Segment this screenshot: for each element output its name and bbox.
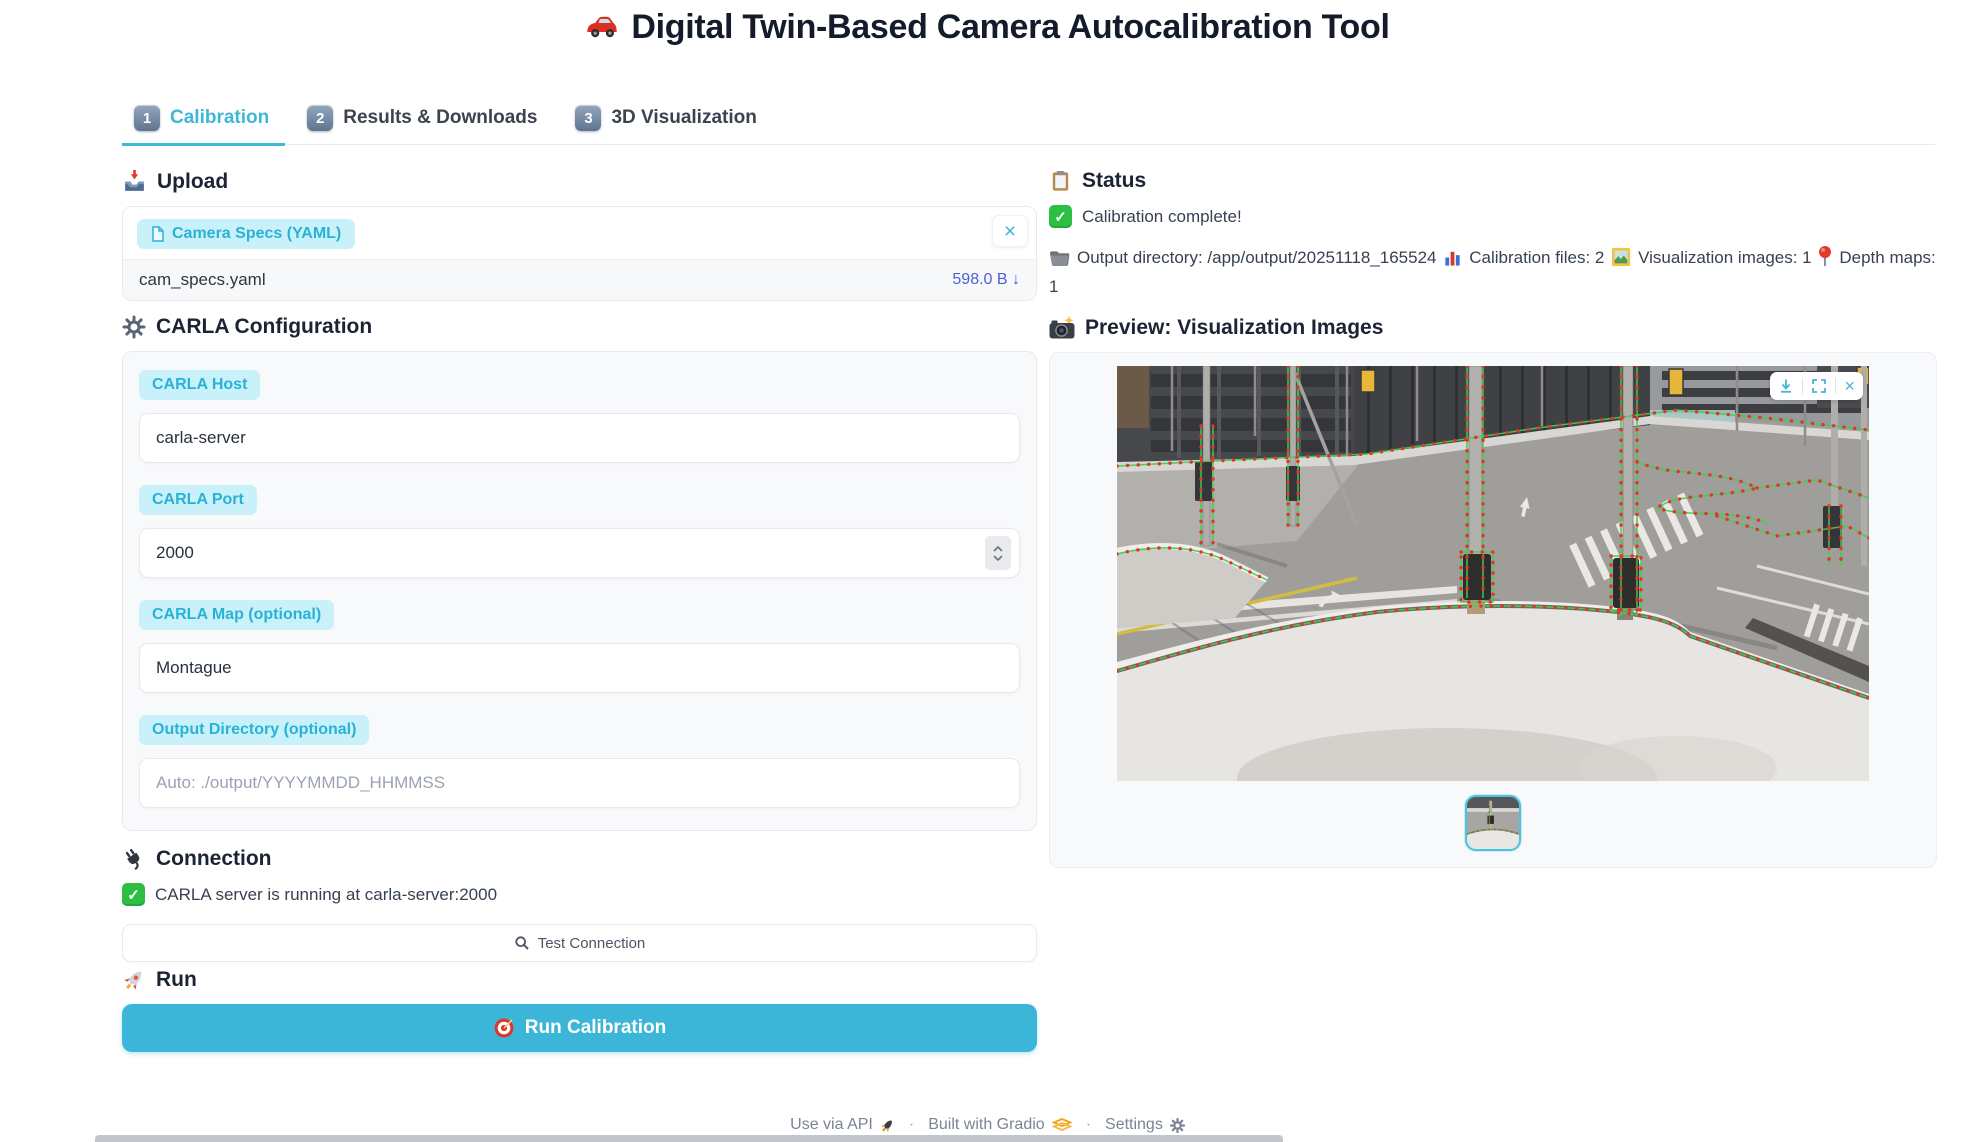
carla-map-label: CARLA Map (optional) — [139, 600, 334, 630]
tab-calibration[interactable]: 1 Calibration — [122, 97, 285, 146]
close-preview-button[interactable]: × — [1844, 377, 1855, 395]
camera-icon — [1049, 316, 1075, 340]
tab-label: 3D Visualization — [611, 107, 756, 129]
check-icon: ✓ — [122, 883, 145, 906]
keycap-2-icon: 2 — [307, 105, 333, 131]
run-calibration-button[interactable]: Run Calibration — [122, 1004, 1037, 1052]
tab-3d-visualization[interactable]: 3 3D Visualization — [563, 97, 772, 146]
plug-icon — [122, 847, 146, 871]
settings-gear-icon — [1170, 1118, 1185, 1133]
upload-heading: Upload — [122, 169, 1037, 194]
download-image-button[interactable] — [1778, 378, 1794, 394]
status-heading: Status — [1049, 169, 1937, 193]
gear-icon — [122, 315, 146, 339]
status-panel: Status ✓ Calibration complete! Output di… — [1049, 165, 1937, 868]
file-name: cam_specs.yaml — [139, 270, 266, 290]
test-connection-button[interactable]: Test Connection — [122, 924, 1037, 962]
footer: Use via API · Built with Gradio · Settin… — [0, 1116, 1975, 1134]
output-directory-label: Output Directory (optional) — [139, 715, 369, 745]
output-summary: Output directory: /app/output/20251118_1… — [1049, 244, 1937, 302]
connection-status-text: CARLA server is running at carla-server:… — [155, 885, 497, 905]
tab-label: Calibration — [170, 107, 269, 129]
carla-port-label: CARLA Port — [139, 485, 257, 515]
thumbnail-strip — [1465, 795, 1521, 851]
connection-heading: Connection — [122, 847, 1037, 871]
uploaded-file-row: cam_specs.yaml 598.0 B ↓ — [123, 259, 1036, 300]
file-download-link[interactable]: 598.0 B ↓ — [952, 271, 1020, 289]
carla-host-field: CARLA Host — [139, 370, 1020, 463]
keycap-1-icon: 1 — [134, 105, 160, 131]
visualization-images-text: Visualization images: 1 — [1638, 248, 1812, 267]
chevron-up-icon — [993, 546, 1003, 552]
preview-heading: Preview: Visualization Images — [1049, 316, 1937, 340]
bar-chart-icon — [1443, 248, 1462, 267]
calibration-files-text: Calibration files: 2 — [1469, 248, 1604, 267]
carla-map-field: CARLA Map (optional) — [139, 600, 1020, 693]
output-dir-text: Output directory: /app/output/20251118_1… — [1077, 248, 1436, 267]
calibration-status: ✓ Calibration complete! — [1049, 205, 1937, 228]
footer-separator: · — [1086, 1116, 1091, 1134]
run-heading: Run — [122, 968, 1037, 992]
carla-scene — [1117, 366, 1869, 781]
toolbar-separator — [1835, 378, 1836, 394]
tab-results-downloads[interactable]: 2 Results & Downloads — [295, 97, 553, 146]
calibration-status-text: Calibration complete! — [1082, 207, 1242, 227]
gradio-logo — [1052, 1118, 1072, 1133]
built-with-gradio-link[interactable]: Built with Gradio — [928, 1116, 1072, 1134]
target-icon — [493, 1017, 515, 1039]
picture-icon — [1611, 247, 1631, 267]
tab-label: Results & Downloads — [343, 107, 537, 129]
check-icon: ✓ — [1049, 205, 1072, 228]
preview-image[interactable]: × — [1117, 366, 1869, 781]
image-gallery: × — [1049, 352, 1937, 868]
footer-separator: · — [909, 1116, 914, 1134]
fullscreen-icon — [1811, 378, 1827, 394]
pushpin-icon — [1818, 245, 1832, 267]
page-title: Digital Twin-Based Camera Autocalibratio… — [0, 0, 1975, 47]
rocket-icon — [122, 968, 146, 992]
file-upload-header: Camera Specs (YAML) × — [123, 207, 1036, 259]
file-upload: Camera Specs (YAML) × cam_specs.yaml 598… — [122, 206, 1037, 301]
gallery-thumbnail[interactable] — [1465, 795, 1521, 851]
carla-host-input[interactable] — [139, 413, 1020, 463]
remove-file-button[interactable]: × — [992, 215, 1028, 247]
page-title-text: Digital Twin-Based Camera Autocalibratio… — [631, 8, 1389, 47]
thumbnail-image — [1467, 797, 1519, 849]
connection-status: ✓ CARLA server is running at carla-serve… — [122, 883, 1037, 906]
api-rocket-icon — [880, 1118, 895, 1133]
tab-bar: 1 Calibration 2 Results & Downloads 3 3D… — [122, 97, 1935, 145]
app-window: Digital Twin-Based Camera Autocalibratio… — [0, 0, 1975, 1052]
car-icon — [585, 15, 619, 40]
carla-port-field: CARLA Port — [139, 485, 1020, 578]
output-directory-input[interactable] — [139, 758, 1020, 808]
carla-config-form: CARLA Host CARLA Port CARLA Map (optiona… — [122, 351, 1037, 831]
output-directory-field: Output Directory (optional) — [139, 715, 1020, 808]
fullscreen-button[interactable] — [1811, 378, 1827, 394]
use-via-api-link[interactable]: Use via API — [790, 1116, 895, 1134]
file-type-badge: Camera Specs (YAML) — [137, 219, 355, 249]
file-icon — [151, 226, 164, 242]
carla-config-heading: CARLA Configuration — [122, 315, 1037, 339]
carla-host-label: CARLA Host — [139, 370, 260, 400]
carla-port-input[interactable] — [139, 528, 1020, 578]
clipboard-icon — [1049, 169, 1072, 193]
inbox-tray-icon — [122, 169, 147, 194]
keycap-3-icon: 3 — [575, 105, 601, 131]
magnifier-icon — [514, 935, 530, 951]
horizontal-scrollbar[interactable] — [95, 1135, 1283, 1142]
toolbar-separator — [1802, 378, 1803, 394]
folder-icon — [1049, 249, 1070, 267]
download-icon — [1778, 378, 1794, 394]
image-toolbar: × — [1770, 372, 1863, 400]
carla-map-input[interactable] — [139, 643, 1020, 693]
settings-link[interactable]: Settings — [1105, 1116, 1185, 1134]
calibration-panel: Upload Camera Specs (YAML) × cam_specs.y… — [122, 165, 1037, 1052]
chevron-down-icon — [993, 555, 1003, 561]
number-stepper[interactable] — [985, 536, 1011, 570]
